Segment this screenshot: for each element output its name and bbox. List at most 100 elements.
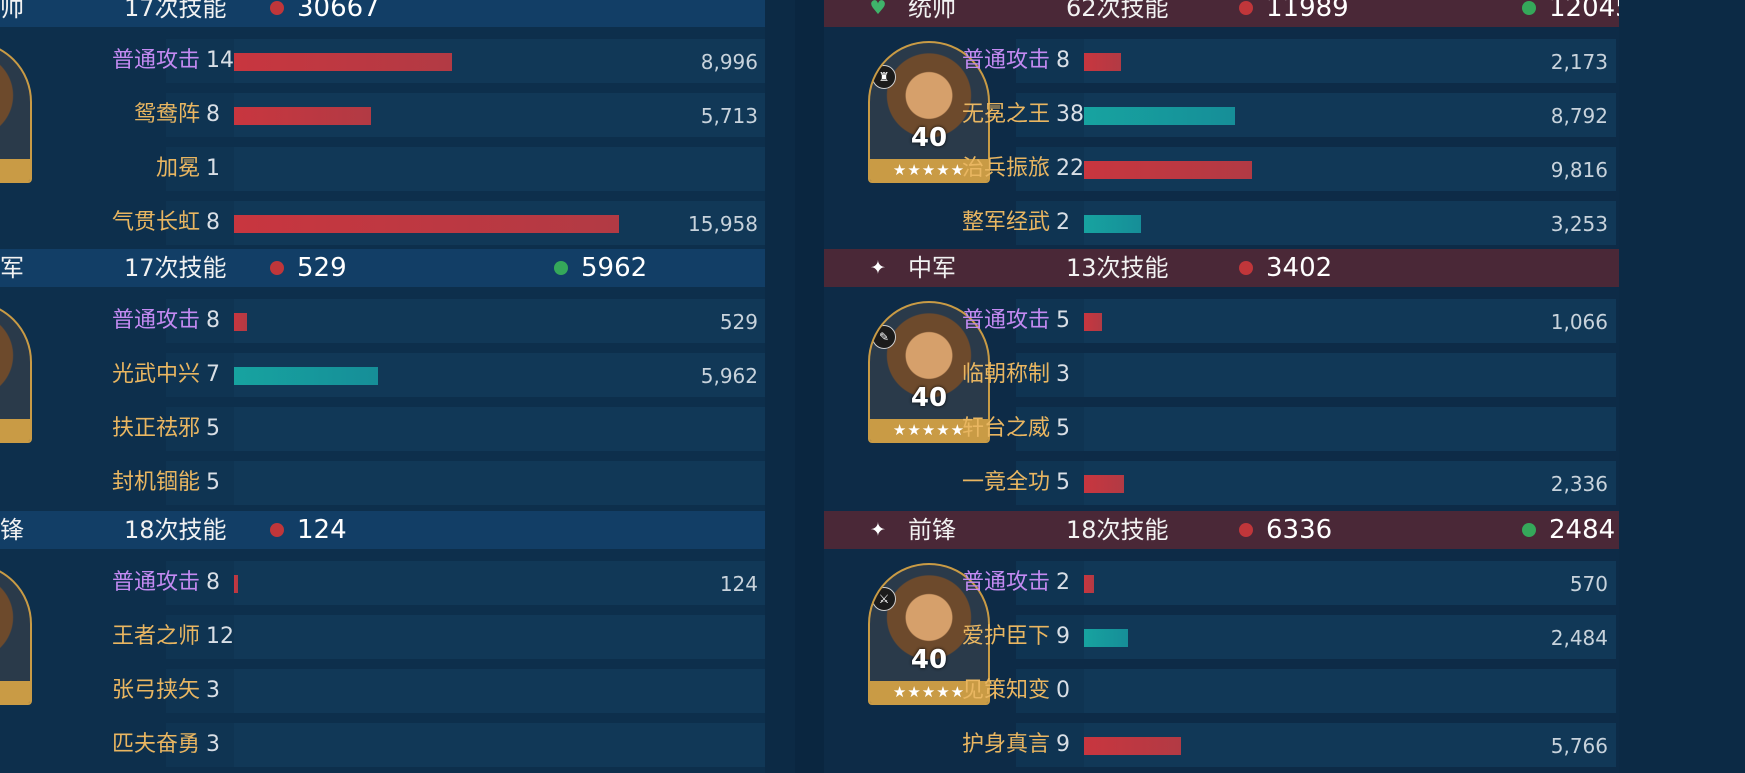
skill-row: 扶正祛邪 5 — [112, 407, 765, 451]
skill-count: 7 — [206, 362, 220, 387]
damage-dot-icon — [270, 1, 284, 15]
skill-count: 38 — [1056, 102, 1084, 127]
skill-name: 普通攻击 — [111, 308, 200, 333]
skill-name: 王者之师 — [111, 624, 200, 649]
skill-row: 整军经武 2 3,253 — [962, 201, 1616, 245]
skill-count: 2 — [1056, 570, 1070, 595]
skill-row: 护身真言 9 5,766 — [962, 723, 1616, 767]
skill-row: 一竟全功 5 2,336 — [962, 461, 1616, 505]
skill-count: 1 — [206, 156, 220, 181]
damage-bar — [1084, 737, 1181, 755]
skill-damage-value: 2,336 — [1550, 472, 1608, 496]
damage-bar-track — [1084, 407, 1616, 451]
total-heal: 2484 — [1549, 515, 1616, 545]
skill-count: 5 — [206, 416, 220, 441]
skill-name: 轩台之威 — [961, 416, 1050, 441]
skill-name: 匹夫奋勇 — [111, 732, 200, 757]
skill-row: 普通攻击 8 2,173 — [962, 39, 1616, 83]
damage-bar-track — [234, 615, 765, 659]
skill-count: 12 — [206, 624, 234, 649]
general-portrait[interactable]: 40 ★★★ — [0, 301, 32, 443]
general-section: ✦ 中军 13次技能 3402 ✎ 40 ★★★★★ 普通攻击 5 1,066 临朝称制 3 轩台之威 5… — [824, 249, 1619, 510]
damage-bar-track: 5,962 — [234, 353, 765, 397]
damage-bar-track: 5,766 — [1084, 723, 1616, 767]
damage-bar-track: 3,253 — [1084, 201, 1616, 245]
panel-divider — [795, 0, 825, 773]
skill-row: 光武中兴 7 5,962 — [112, 353, 765, 397]
damage-dot-icon — [270, 523, 284, 537]
skill-cast-count: 18次技能 — [124, 516, 227, 544]
star-rating: ★★★ — [0, 159, 30, 181]
damage-bar — [1084, 161, 1252, 179]
damage-bar — [1084, 313, 1102, 331]
damage-bar — [1084, 575, 1094, 593]
damage-bar-track: 124 — [234, 561, 765, 605]
skill-row: 普通攻击 5 1,066 — [962, 299, 1616, 343]
section-header: ✦ 中军 13次技能 3402 — [824, 249, 1619, 287]
skill-damage-value: 2,484 — [1550, 626, 1608, 650]
damage-bar-track: 5,713 — [234, 93, 765, 137]
skill-damage-value: 529 — [719, 310, 758, 334]
section-header: 锋 18次技能 124 — [0, 511, 765, 549]
skill-count: 5 — [1056, 416, 1070, 441]
skill-damage-value: 570 — [1569, 572, 1608, 596]
skill-name: 普通攻击 — [961, 308, 1050, 333]
damage-bar-track: 529 — [234, 299, 765, 343]
damage-bar-track: 8,792 — [1084, 93, 1616, 137]
general-section: 军 17次技能 529 5962 40 ★★★ 普通攻击8 529 光武中兴7 5,962 扶正祛邪… — [0, 249, 765, 510]
damage-bar — [1084, 629, 1128, 647]
skill-cast-count: 17次技能 — [124, 0, 227, 22]
skill-count: 14 — [206, 48, 234, 73]
sparkle-icon: ✦ — [870, 519, 886, 541]
damage-bar-track — [234, 461, 765, 505]
skill-count: 8 — [1056, 48, 1070, 73]
skill-damage-value: 15,958 — [688, 212, 758, 236]
damage-bar — [234, 107, 371, 125]
role-label: 前锋 — [908, 516, 956, 544]
skill-row: 加冕 1 — [156, 147, 765, 191]
skill-row: 张弓挟矢 3 — [112, 669, 765, 713]
skill-name: 护身真言 — [961, 732, 1050, 757]
general-section: 锋18次技能12440★★★普通攻击8124王者之师12张弓挟矢3匹夫奋勇3 — [0, 511, 765, 772]
damage-bar-track — [234, 407, 765, 451]
troop-type-icon: ♜ — [872, 65, 896, 89]
skill-damage-value: 8,792 — [1550, 104, 1608, 128]
skill-count: 5 — [1056, 308, 1070, 333]
damage-bar-track: 2,484 — [1084, 615, 1616, 659]
skill-count: 3 — [1056, 362, 1070, 387]
skill-name: 普通攻击 — [111, 48, 200, 73]
section-header: 帅 17次技能 30667 — [0, 0, 765, 27]
left-battle-stats-panel: 帅17次技能3066740★★★普通攻击148,996鸳鸯阵85,713加冕1气… — [0, 0, 765, 773]
skill-damage-value: 8,996 — [700, 50, 758, 74]
star-rating: ★★★ — [0, 419, 30, 441]
skill-cast-count: 18次技能 — [1066, 516, 1169, 544]
skill-name: 张弓挟矢 — [111, 678, 200, 703]
heal-dot-icon — [1522, 523, 1536, 537]
total-damage: 11989 — [1266, 0, 1349, 23]
damage-bar-track: 2,173 — [1084, 39, 1616, 83]
skill-cast-count: 62次技能 — [1066, 0, 1169, 22]
right-battle-stats-panel: ♥统帅62次技能1198912045♜40★★★★★普通攻击82,173无冕之王… — [824, 0, 1619, 773]
skill-name: 扶正祛邪 — [111, 416, 200, 441]
total-damage: 30667 — [297, 0, 380, 23]
skill-count: 22 — [1056, 156, 1084, 181]
general-level: 40 — [0, 123, 30, 153]
skill-row: 普通攻击 2 570 — [962, 561, 1616, 605]
damage-bar — [1084, 107, 1235, 125]
damage-bar-track: 15,958 — [234, 201, 765, 245]
skill-count: 9 — [1056, 624, 1070, 649]
skill-damage-value: 1,066 — [1550, 310, 1608, 334]
general-level: 40 — [0, 645, 30, 675]
skill-damage-value: 5,766 — [1550, 734, 1608, 758]
role-label: 帅 — [0, 0, 24, 22]
general-portrait[interactable]: 40 ★★★ — [0, 563, 32, 705]
skill-count: 3 — [206, 732, 220, 757]
skill-name: 光武中兴 — [111, 362, 200, 387]
skill-row: 鸳鸯阵 8 5,713 — [134, 93, 765, 137]
damage-bar-track: 9,816 — [1084, 147, 1616, 191]
skill-name: 普通攻击 — [111, 570, 200, 595]
skill-count: 0 — [1056, 678, 1070, 703]
damage-dot-icon — [1239, 1, 1253, 15]
skill-row: 王者之师 12 — [112, 615, 765, 659]
general-portrait[interactable]: 40 ★★★ — [0, 41, 32, 183]
